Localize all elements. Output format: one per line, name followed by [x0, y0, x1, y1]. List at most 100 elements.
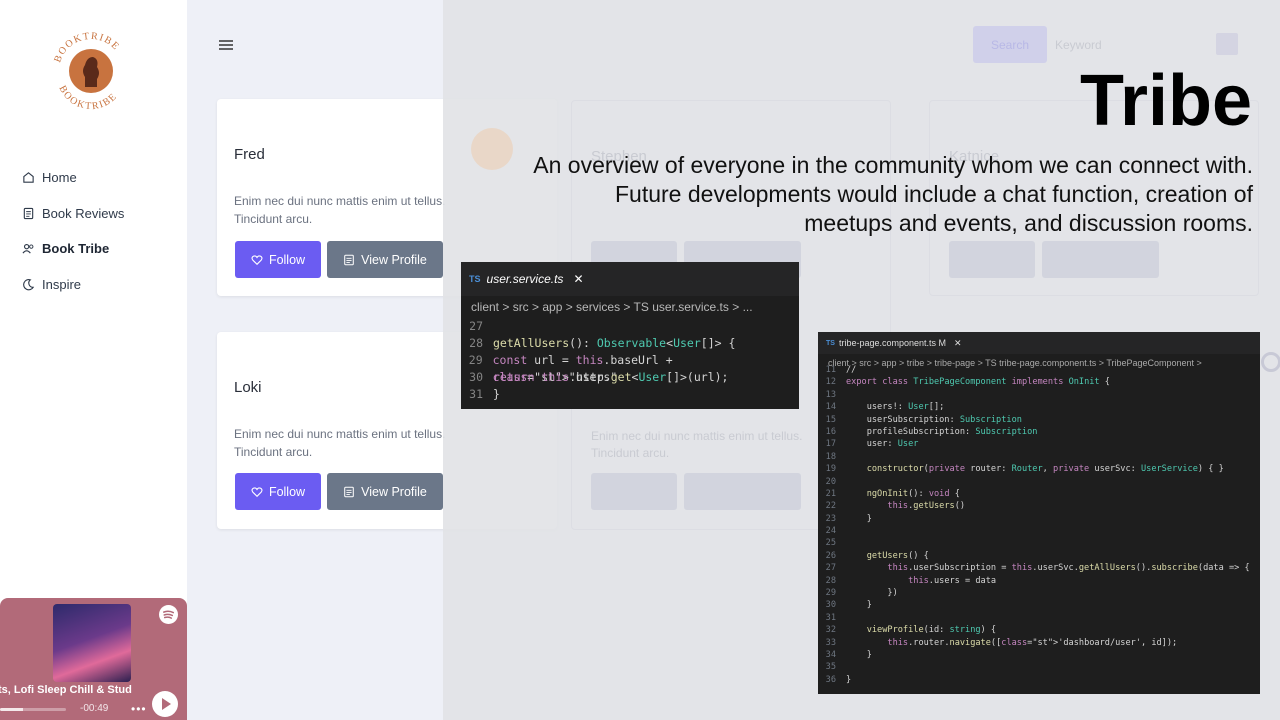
code-text: this.users = data: [908, 575, 997, 586]
code-line: 27 this.userSubscription = this.userSvc.…: [818, 562, 1260, 574]
booktribe-logo: BOOKTRIBE BOOKTRIBE: [52, 31, 120, 112]
code-line: 24: [818, 525, 1260, 537]
code-text: getUsers() {: [866, 550, 929, 561]
code-line: 29 }): [818, 587, 1260, 599]
code-text: viewProfile(id: string) {: [866, 625, 997, 636]
menu-icon[interactable]: [218, 38, 234, 52]
album-cover: [53, 604, 131, 682]
code-line: 26 getUsers() {: [818, 550, 1260, 562]
follow-button[interactable]: [949, 241, 1035, 278]
line-number: 31: [825, 612, 836, 623]
line-number: 11: [825, 365, 836, 375]
code-line: 31}: [461, 386, 799, 403]
search-button[interactable]: Search: [973, 26, 1047, 63]
line-number: 16: [825, 426, 836, 437]
code-text: }: [846, 649, 872, 660]
follow-button[interactable]: Follow: [235, 473, 321, 510]
line-number: 31: [469, 387, 483, 401]
line-number: 36: [825, 674, 836, 685]
line-number: 33: [825, 637, 836, 648]
line-number: 28: [825, 575, 836, 586]
line-number: 34: [825, 649, 836, 660]
code-line: 34 }: [818, 649, 1260, 661]
sidebar-item-label: Home: [42, 170, 77, 185]
code-screenshot-tribe-page: TS tribe-page.component.ts M ✕ client > sr…: [818, 332, 1260, 694]
spotify-icon[interactable]: [159, 605, 178, 624]
view-profile-button[interactable]: View Profile: [327, 241, 443, 278]
member-bio: Enim nec dui nunc mattis enim ut tellus.…: [234, 427, 446, 459]
sidebar-item-home[interactable]: Home: [22, 170, 77, 185]
sidebar-item-label: Inspire: [42, 277, 82, 292]
line-number: 30: [825, 600, 836, 611]
code-text: users!: User[];: [846, 402, 945, 413]
document-icon: [344, 486, 354, 497]
follow-button[interactable]: Follow: [235, 241, 321, 278]
line-number: 29: [468, 353, 483, 367]
code-line: 30 }: [818, 599, 1260, 611]
line-number: 29: [825, 588, 836, 599]
more-options-icon[interactable]: •••: [131, 702, 147, 716]
track-title: ts, Lofi Sleep Chill & Stud: [0, 684, 132, 696]
code-line: 18: [818, 451, 1260, 463]
code-line: 35: [818, 661, 1260, 673]
line-number: 30: [469, 370, 483, 384]
line-number: 22: [825, 501, 836, 512]
slide-subtitle: An overview of everyone in the community…: [533, 152, 1253, 236]
line-number: 27: [825, 563, 836, 574]
code-text: constructor(private router: Router, priv…: [866, 464, 1224, 475]
code-text: const url = this.baseUrl + class="st">"u…: [492, 353, 673, 384]
code-line: 17 user: User: [818, 438, 1260, 450]
sidebar: BOOKTRIBE BOOKTRIBE Home Book Reviews Bo…: [0, 0, 187, 720]
view-profile-button[interactable]: [1042, 241, 1159, 278]
line-number: 25: [825, 538, 836, 549]
time-remaining: -00:49: [80, 703, 109, 714]
search-input[interactable]: Keyword: [1055, 38, 1102, 52]
sidebar-item-label: Book Reviews: [42, 206, 125, 221]
code-text: }: [493, 387, 500, 401]
progress-bar[interactable]: [0, 708, 66, 711]
code-text: this.router.navigate([class="st">'dashbo…: [887, 637, 1178, 648]
document-icon: [23, 207, 34, 220]
code-line: 29 const url = this.baseUrl + class="st"…: [461, 352, 799, 384]
member-bio: Enim nec dui nunc mattis enim ut tellus.…: [591, 429, 803, 460]
heart-icon: [251, 486, 263, 497]
play-button[interactable]: [152, 691, 178, 717]
code-text: user: User: [846, 439, 919, 450]
code-text: export class TribePageComponent implemen…: [846, 377, 1110, 388]
breadcrumb: client > src > app > services > TS user.…: [471, 300, 753, 314]
code-line: 22 this.getUsers(): [818, 500, 1260, 512]
close-icon: ✕: [954, 337, 962, 348]
code-line: 19 constructor(private router: Router, p…: [818, 463, 1260, 475]
code-screenshot-user-service: TS user.service.ts ✕ client > src > app > …: [461, 262, 799, 409]
code-text: }: [846, 674, 852, 685]
code-text: ngOnInit(): void {: [866, 488, 960, 499]
line-number: 14: [825, 402, 836, 413]
member-avatar: [471, 128, 513, 170]
line-number: 13: [825, 389, 836, 400]
code-line: 28 this.users = data: [818, 575, 1260, 587]
close-icon: ✕: [573, 272, 584, 286]
code-line: 32 viewProfile(id: string) {: [818, 624, 1260, 636]
view-profile-button[interactable]: View Profile: [327, 473, 443, 510]
code-text: }): [846, 588, 898, 599]
code-line: 33 this.router.navigate([class="st">'das…: [818, 637, 1260, 649]
sidebar-item-label: Book Tribe: [42, 241, 110, 256]
follow-button[interactable]: [591, 473, 677, 510]
sidebar-item-inspire[interactable]: Inspire: [22, 277, 81, 292]
home-icon: [23, 172, 34, 183]
users-icon: [22, 243, 34, 254]
settings-icon[interactable]: [1261, 352, 1280, 372]
code-text: userSubscription: Subscription: [846, 414, 1022, 425]
line-number: 20: [825, 476, 836, 487]
code-line: 21 ngOnInit(): void {: [818, 488, 1260, 500]
code-text: }: [846, 513, 872, 524]
moon-icon: [23, 279, 35, 291]
heart-icon: [251, 254, 263, 265]
sidebar-item-book-tribe[interactable]: Book Tribe: [22, 241, 109, 256]
user-avatar-icon[interactable]: [1216, 33, 1238, 55]
view-profile-button[interactable]: [684, 473, 801, 510]
line-number: 19: [825, 464, 836, 475]
code-line: 20: [818, 476, 1260, 488]
code-line: 25: [818, 537, 1260, 549]
sidebar-item-book-reviews[interactable]: Book Reviews: [22, 206, 124, 221]
